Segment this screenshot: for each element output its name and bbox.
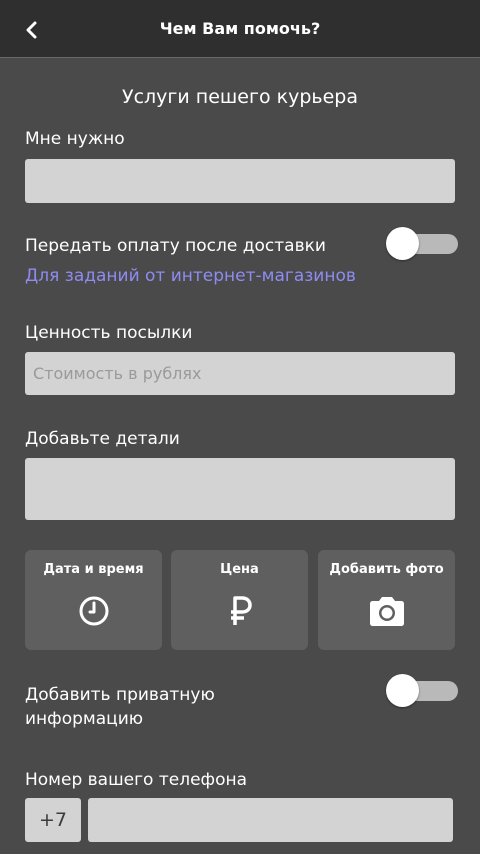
parcel-value-label: Ценность посылки (25, 323, 193, 343)
toggle-knob (386, 674, 419, 707)
add-photo-tile[interactable]: Добавить фото (318, 550, 455, 650)
parcel-value-placeholder: Стоимость в рублях (33, 364, 202, 383)
price-tile[interactable]: Цена (171, 550, 308, 650)
details-input[interactable] (25, 458, 455, 520)
top-bar: Чем Вам помочь? (0, 0, 480, 58)
section-title: Услуги пешего курьера (122, 86, 358, 108)
online-shops-link[interactable]: Для заданий от интернет-магазинов (25, 266, 356, 286)
camera-icon (369, 597, 404, 626)
need-input[interactable] (25, 159, 455, 203)
transfer-payment-label: Передать оплату после доставки (25, 236, 326, 256)
phone-input[interactable] (88, 798, 453, 842)
add-photo-label: Добавить фото (329, 562, 444, 577)
phone-prefix[interactable]: +7 (25, 798, 81, 842)
date-time-label: Дата и время (43, 562, 144, 577)
details-label: Добавьте детали (25, 429, 180, 449)
parcel-value-input[interactable]: Стоимость в рублях (25, 352, 455, 395)
need-label: Мне нужно (25, 129, 125, 149)
date-time-tile[interactable]: Дата и время (25, 550, 162, 650)
clock-icon (79, 596, 108, 626)
price-label: Цена (220, 562, 259, 577)
private-info-label: Добавить приватную информацию (25, 683, 215, 731)
ruble-icon (230, 596, 252, 625)
transfer-payment-toggle[interactable] (386, 227, 458, 260)
phone-label: Номер вашего телефона (25, 770, 248, 790)
toggle-knob (386, 227, 419, 260)
private-info-toggle[interactable] (386, 674, 458, 707)
private-info-label-line2: информацию (25, 709, 144, 729)
private-info-label-line1: Добавить приватную (25, 685, 215, 705)
page-title: Чем Вам помочь? (159, 19, 321, 38)
